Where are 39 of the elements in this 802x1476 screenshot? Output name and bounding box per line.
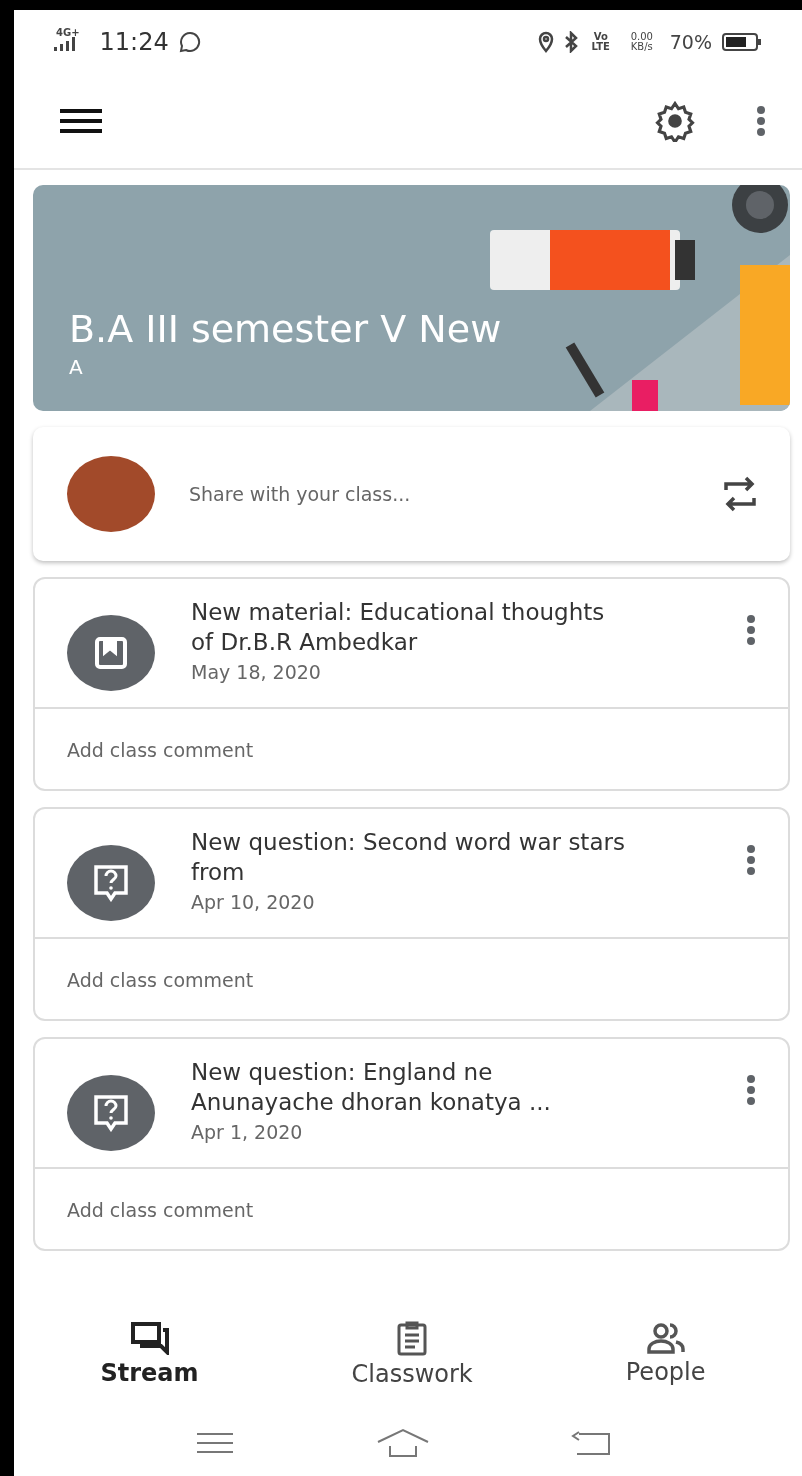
clock-time: 11:24	[99, 28, 169, 56]
add-comment-link[interactable]: Add class comment	[35, 1169, 788, 1249]
nav-tab[interactable]: Stream	[94, 1320, 205, 1388]
bookmark-page-icon	[94, 636, 128, 670]
battery-percent: 70%	[669, 31, 712, 53]
post-date: May 18, 2020	[191, 661, 322, 683]
network-type: 4G+	[56, 28, 80, 38]
class-title: B.A III semester V New	[69, 307, 503, 351]
bluetooth-icon	[563, 31, 578, 53]
chat-bubbles-icon	[129, 1321, 170, 1355]
nav-tab[interactable]: People	[619, 1321, 712, 1387]
question-bubble-icon	[93, 864, 129, 902]
nav-tab[interactable]: Classwork	[345, 1319, 479, 1389]
question-bubble-icon	[93, 1094, 129, 1132]
home-icon[interactable]	[376, 1428, 430, 1458]
post-title[interactable]: New question: Second word war stars from	[191, 827, 631, 887]
location-icon	[537, 31, 554, 53]
post-title[interactable]: New question: England ne Anunayache dhoran konatya ...	[191, 1057, 631, 1117]
more-vertical-icon[interactable]	[746, 615, 756, 645]
network-speed: 0.00 KB/s	[629, 32, 654, 52]
share-card[interactable]: Share with your class...	[33, 427, 790, 561]
people-icon	[645, 1322, 686, 1354]
back-icon[interactable]	[571, 1430, 612, 1456]
volte-label: Vo LTE	[590, 32, 611, 52]
clipboard-icon	[397, 1320, 428, 1356]
share-placeholder: Share with your class...	[189, 483, 412, 505]
menu-icon	[60, 108, 102, 134]
class-section: A	[69, 355, 790, 379]
post-date: Apr 10, 2020	[191, 891, 316, 913]
more-vertical-icon[interactable]	[746, 1075, 756, 1105]
battery-icon	[722, 33, 762, 51]
post-date: Apr 1, 2020	[191, 1121, 304, 1143]
post-title[interactable]: New material: Educational thoughts of Dr.B.R Ambedkar	[191, 597, 631, 657]
add-comment-link[interactable]: Add class comment	[35, 709, 788, 789]
more-vertical-icon[interactable]	[756, 106, 766, 136]
more-vertical-icon[interactable]	[746, 845, 756, 875]
chat-phone-icon	[178, 31, 201, 53]
add-comment-link[interactable]: Add class comment	[35, 939, 788, 1019]
recents-icon[interactable]	[194, 1432, 235, 1454]
